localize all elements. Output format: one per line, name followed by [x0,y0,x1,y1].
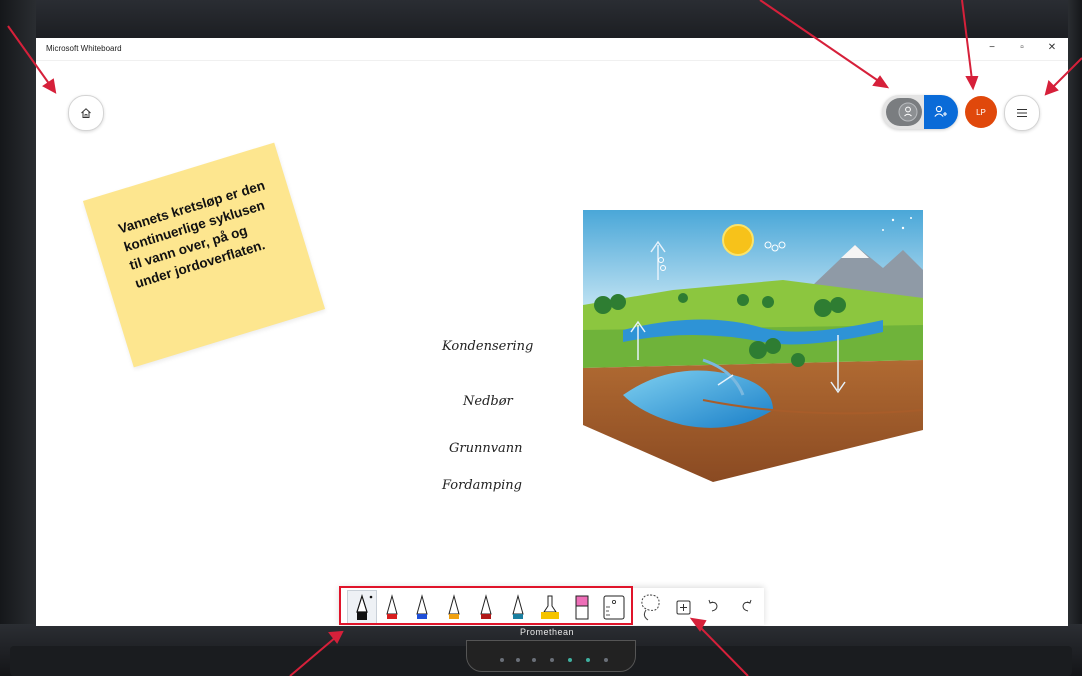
home-button[interactable] [68,95,104,131]
inking-toolbar [339,586,764,625]
monitor-led [550,658,554,662]
label-precipitation[interactable]: Nedbør [463,394,513,409]
share-toggle-knob [886,98,922,126]
sticky-note-text: Vannets kretsløp er den kontinuerlige sy… [116,177,267,291]
minimize-button[interactable]: − [982,41,1002,55]
blue-pen-icon[interactable] [409,592,435,622]
red-pen-icon[interactable] [379,592,405,622]
add-content-icon[interactable] [671,592,697,622]
avatar[interactable]: LP [965,96,997,128]
black-pen-icon[interactable] [349,592,375,622]
menu-button[interactable] [1004,95,1040,131]
title-bar: Microsoft Whiteboard − ▫ ✕ [36,38,1068,61]
monitor-led [586,658,590,662]
person-icon [898,102,918,122]
label-groundwater[interactable]: Grunnvann [449,441,523,456]
lasso-select-icon[interactable] [637,592,663,622]
share-toggle[interactable] [882,95,958,129]
dark-red-pen-icon[interactable] [473,592,499,622]
window-title: Microsoft Whiteboard [46,44,122,53]
monitor-bezel-right [1068,0,1082,676]
monitor-led [604,658,608,662]
add-person-icon [934,105,947,117]
monitor-led [568,658,572,662]
monitor-led [516,658,520,662]
monitor-brand: Promethean [520,627,575,637]
home-icon [81,108,91,118]
eraser-icon[interactable] [569,592,595,622]
close-button[interactable]: ✕ [1042,41,1062,55]
hamburger-icon [1017,108,1027,118]
monitor-control-panel [466,640,636,672]
monitor-bezel-top [0,0,1082,38]
restore-button[interactable]: ▫ [1012,41,1032,55]
undo-icon[interactable] [701,592,727,622]
invite-button[interactable] [924,95,958,129]
monitor-led [532,658,536,662]
label-evaporation[interactable]: Fordamping [442,478,522,493]
monitor-bezel-left [0,0,36,676]
highlighter-icon[interactable] [537,592,563,622]
ruler-icon[interactable] [601,592,627,622]
monitor-led [500,658,504,662]
redo-icon[interactable] [733,592,759,622]
water-cycle-image[interactable] [583,210,927,486]
orange-pen-icon[interactable] [441,592,467,622]
label-condensation[interactable]: Kondensering [442,339,533,354]
teal-pen-icon[interactable] [505,592,531,622]
